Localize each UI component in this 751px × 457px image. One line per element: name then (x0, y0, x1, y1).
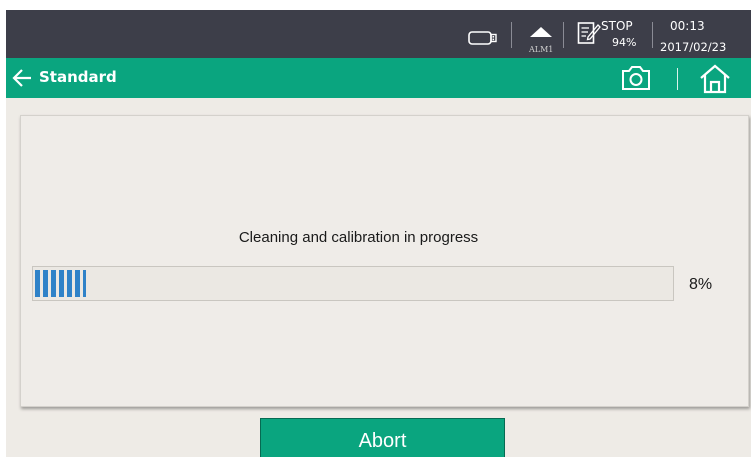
progress-bar-fill (35, 270, 86, 297)
titlebar-separator (677, 68, 678, 90)
alarm-label: ALM1 (529, 45, 554, 54)
back-button[interactable]: Standard (6, 58, 166, 98)
progress-panel (20, 115, 749, 407)
title-bar: Standard (6, 58, 751, 98)
triangle-up-icon (530, 27, 552, 37)
usb-drive-icon (468, 30, 498, 49)
battery-percent: 94% (612, 36, 637, 49)
run-state-text: STOP (601, 19, 633, 33)
arrow-left-icon (11, 67, 33, 93)
camera-button[interactable] (618, 64, 654, 92)
home-icon (700, 64, 730, 94)
status-bar: ALM1 STOP 94% 00:13 2017/02/23 (6, 10, 751, 58)
home-button[interactable] (695, 63, 735, 95)
clock-date: 2017/02/23 (660, 40, 727, 54)
note-edit-icon[interactable] (577, 20, 601, 50)
progress-label: Cleaning and calibration in progress (238, 229, 479, 246)
alarm-indicator[interactable]: ALM1 (529, 24, 553, 54)
clock-time: 00:13 (670, 19, 705, 33)
page-title: Standard (39, 68, 117, 86)
progress-bar (32, 266, 674, 301)
status-separator (563, 22, 564, 48)
status-separator (652, 22, 653, 48)
abort-button[interactable]: Abort (260, 418, 505, 457)
camera-icon (622, 66, 650, 90)
status-separator (511, 22, 512, 48)
device-screen: ALM1 STOP 94% 00:13 2017/02/23 Standard … (6, 10, 751, 457)
progress-percent: 8% (689, 276, 713, 293)
